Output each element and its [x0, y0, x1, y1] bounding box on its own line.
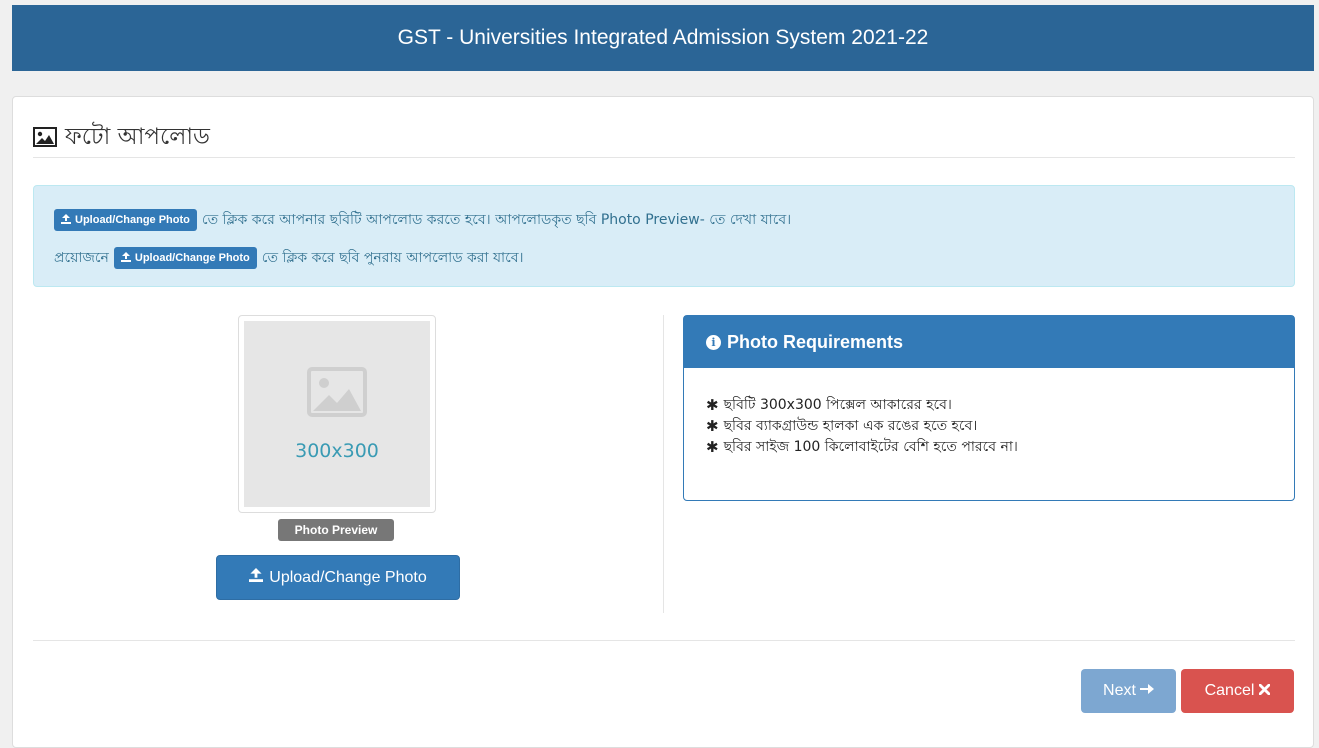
photo-placeholder: 300x300 [244, 321, 430, 507]
info-icon: i [706, 334, 721, 350]
cancel-button-label: Cancel [1204, 682, 1255, 699]
instruction-line-1: Upload/Change Photo তে ক্লিক করে আপনার ছ… [54, 208, 796, 232]
upload-icon [120, 251, 131, 265]
picture-placeholder-icon [307, 366, 367, 422]
footer-divider [33, 640, 1295, 641]
requirements-header: i Photo Requirements [684, 316, 1294, 368]
page-title: ফটো আপলোড [65, 124, 210, 150]
requirement-item: ✱ ছবিটি 300x300 পিক্সেল আকারের হবে। [706, 394, 1018, 415]
instruction-line-2: প্রয়োজনে Upload/Change Photo তে ক্লিক ক… [54, 246, 529, 270]
cancel-button[interactable]: Cancel [1181, 669, 1294, 713]
asterisk-icon: ✱ [706, 437, 719, 456]
next-button-label: Next [1103, 682, 1136, 699]
requirements-title: Photo Requirements [727, 331, 904, 352]
photo-upload-card: ফটো আপলোড Upload/Change Photo তে ক্লিক ক… [12, 96, 1314, 748]
upload-icon [61, 213, 71, 227]
upload-button-label: Upload/Change Photo [269, 568, 427, 586]
photo-preview-column: 300x300 Photo Preview Upload/Change Phot… [33, 315, 664, 613]
asterisk-icon: ✱ [706, 416, 719, 435]
top-header-bar: GST - Universities Integrated Admission … [12, 5, 1314, 71]
app-title: GST - Universities Integrated Admission … [397, 26, 929, 49]
instruction-prefix: প্রয়োজনে [54, 250, 109, 266]
close-icon [1259, 682, 1271, 700]
requirement-text: ছবির সাইজ 100 কিলোবাইটের বেশি হতে পারবে … [723, 438, 1018, 455]
requirement-item: ✱ ছবির ব্যাকগ্রাউন্ড হালকা এক রঙের হতে হব… [706, 415, 1018, 436]
inline-upload-badge: Upload/Change Photo [54, 209, 197, 231]
image-icon [33, 127, 57, 147]
requirement-item: ✱ ছবির সাইজ 100 কিলোবাইটের বেশি হতে পারবে… [706, 436, 1018, 457]
inline-upload-badge: Upload/Change Photo [113, 247, 257, 269]
instruction-text-2: তে ক্লিক করে ছবি পুনরায় আপলোড করা যাবে। [261, 250, 524, 266]
page-heading: ফটো আপলোড [33, 125, 1295, 158]
next-button[interactable]: Next [1081, 669, 1176, 713]
placeholder-size-text: 300x300 [295, 439, 379, 462]
asterisk-icon: ✱ [706, 395, 719, 414]
upload-icon [249, 568, 264, 587]
photo-preview-label: Photo Preview [278, 519, 394, 541]
photo-requirements-panel: i Photo Requirements ✱ ছবিটি 300x300 পিক্… [683, 315, 1295, 501]
photo-preview-frame: 300x300 [238, 315, 436, 513]
instruction-text-1: তে ক্লিক করে আপনার ছবিটি আপলোড করতে হবে।… [201, 212, 792, 228]
inline-upload-label: Upload/Change Photo [75, 214, 190, 226]
arrow-right-icon [1139, 682, 1154, 700]
requirements-list: ✱ ছবিটি 300x300 পিক্সেল আকারের হবে। ✱ ছবির… [706, 394, 1018, 457]
inline-upload-label: Upload/Change Photo [134, 252, 250, 264]
instruction-alert: Upload/Change Photo তে ক্লিক করে আপনার ছ… [33, 185, 1295, 287]
upload-change-photo-button[interactable]: Upload/Change Photo [216, 555, 460, 600]
